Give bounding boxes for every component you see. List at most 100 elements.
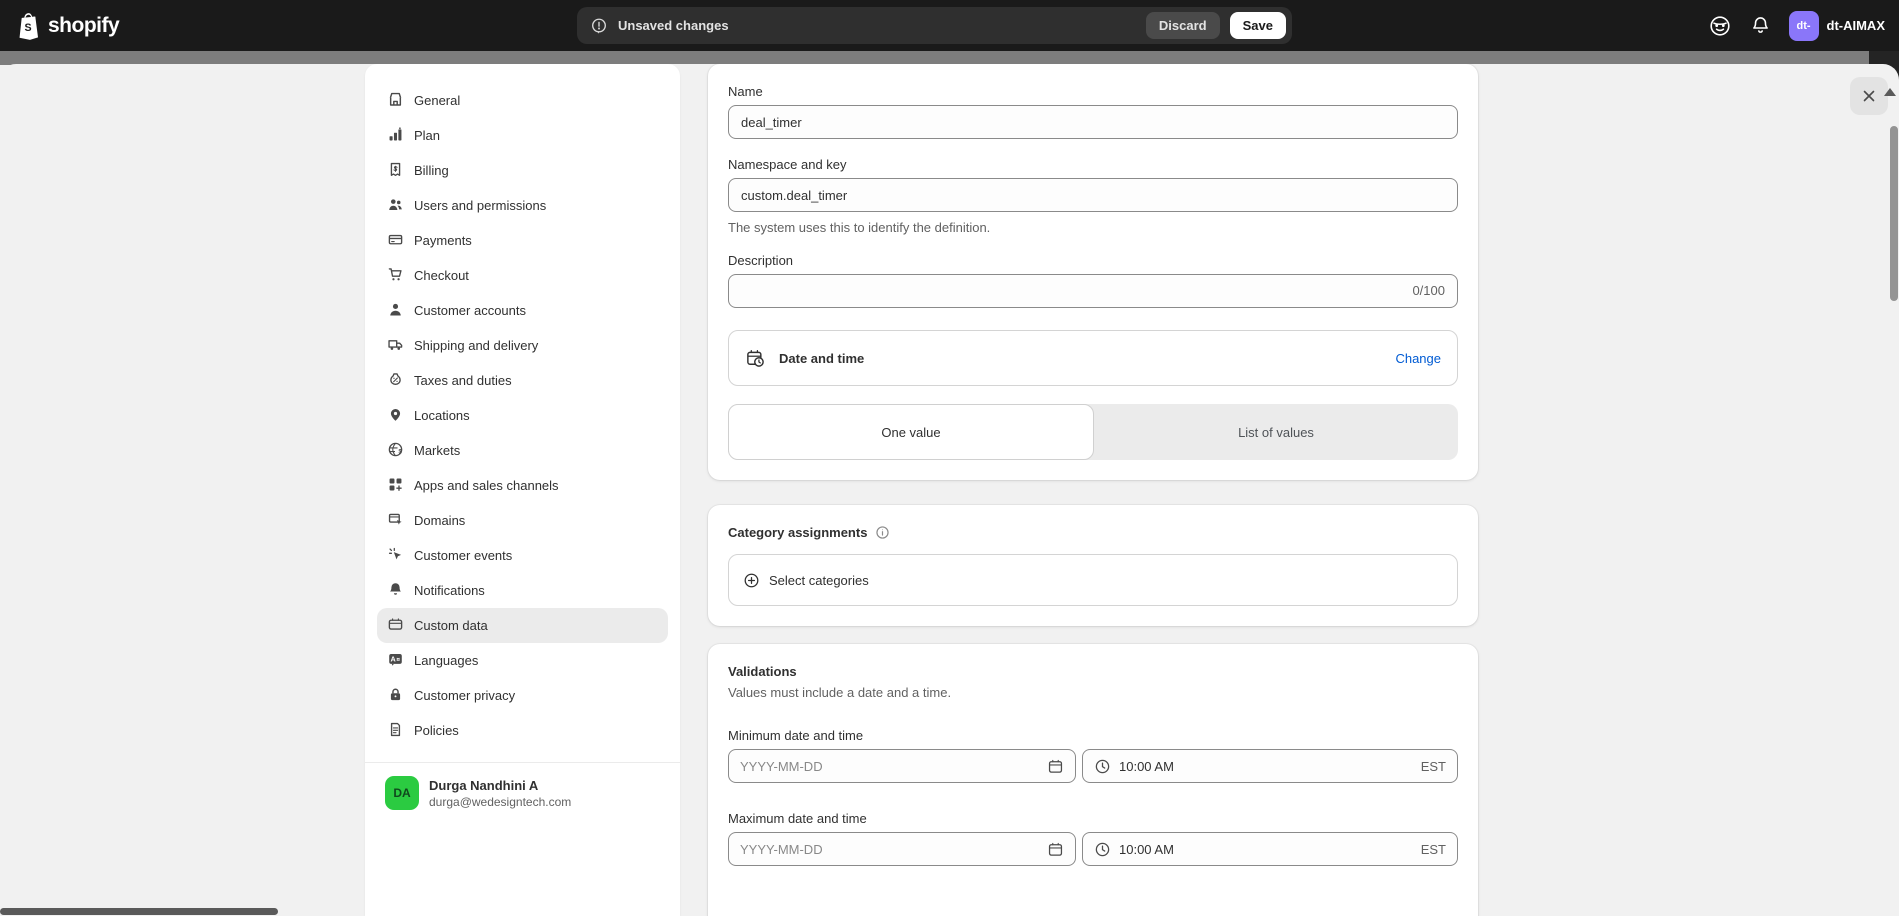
sidebar-item-apps-and-sales-channels[interactable]: Apps and sales channels — [377, 468, 668, 503]
shopify-logo[interactable]: S shopify — [0, 12, 119, 40]
sidebar-item-custom-data[interactable]: Custom data — [377, 608, 668, 643]
truck-icon — [387, 336, 404, 356]
sidebar-item-shipping-and-delivery[interactable]: Shipping and delivery — [377, 328, 668, 363]
category-assignments-card: Category assignments Select categories — [708, 505, 1478, 626]
max-date-input[interactable]: YYYY-MM-DD — [728, 832, 1076, 866]
user-email: durga@wedesigntech.com — [429, 795, 571, 809]
max-timezone: EST — [1421, 842, 1446, 857]
sidekick-face-icon — [1708, 14, 1732, 38]
close-modal-button[interactable] — [1850, 77, 1888, 115]
notifications-button[interactable] — [1750, 15, 1771, 36]
top-bar-right: dt- dt-AIMAX — [1708, 0, 1886, 51]
users-icon — [387, 196, 404, 216]
validations-card: Validations Values must include a date a… — [708, 644, 1478, 916]
max-date-label: Maximum date and time — [728, 811, 1458, 826]
sidebar-item-customer-privacy[interactable]: Customer privacy — [377, 678, 668, 713]
min-timezone: EST — [1421, 759, 1446, 774]
content-type-label: Date and time — [779, 351, 864, 366]
info-icon[interactable] — [875, 525, 890, 540]
sidekick-assistant-button[interactable] — [1708, 14, 1732, 38]
svg-text:S: S — [25, 22, 32, 34]
unsaved-changes-label: Unsaved changes — [618, 18, 729, 33]
discard-button[interactable]: Discard — [1146, 12, 1220, 39]
sidebar-item-languages[interactable]: A¤ Languages — [377, 643, 668, 678]
sidebar-item-domains[interactable]: Domains — [377, 503, 668, 538]
category-assignments-title: Category assignments — [728, 525, 867, 540]
sidebar-item-notifications[interactable]: Notifications — [377, 573, 668, 608]
namespace-label: Namespace and key — [728, 157, 1458, 172]
list-of-values-option[interactable]: List of values — [1094, 404, 1458, 460]
select-categories-button[interactable]: Select categories — [728, 554, 1458, 606]
sidebar-item-markets[interactable]: $ Markets — [377, 433, 668, 468]
shopify-bag-icon: S — [16, 12, 41, 40]
validations-title: Validations — [728, 664, 1458, 679]
sidebar-item-general[interactable]: General — [377, 83, 668, 118]
svg-text:¤: ¤ — [396, 656, 400, 663]
clock-icon — [1094, 841, 1111, 858]
sidebar-item-locations[interactable]: Locations — [377, 398, 668, 433]
cursor-click-icon — [387, 546, 404, 566]
sidebar-item-policies[interactable]: Policies — [377, 713, 668, 748]
sidebar-item-plan[interactable]: Plan — [377, 118, 668, 153]
payments-icon — [387, 231, 404, 251]
user-avatar: DA — [385, 776, 419, 810]
vertical-scrollbar-thumb[interactable] — [1890, 126, 1898, 301]
min-time-input[interactable]: 10:00 AM EST — [1082, 749, 1458, 783]
save-button[interactable]: Save — [1230, 12, 1286, 39]
change-type-link[interactable]: Change — [1395, 351, 1441, 366]
tax-bag-icon — [387, 371, 404, 391]
translate-icon: A¤ — [387, 651, 404, 671]
namespace-help-text: The system uses this to identify the def… — [728, 220, 1458, 235]
document-icon — [387, 721, 404, 741]
store-menu[interactable]: dt- dt-AIMAX — [1789, 11, 1886, 41]
sidebar-item-taxes-and-duties[interactable]: Taxes and duties — [377, 363, 668, 398]
one-value-option[interactable]: One value — [728, 404, 1094, 460]
scrollbar-up-arrow[interactable] — [1884, 88, 1896, 96]
sidebar-user[interactable]: DA Durga Nandhini A durga@wedesigntech.c… — [365, 763, 680, 823]
min-date-label: Minimum date and time — [728, 728, 1458, 743]
apps-grid-icon — [387, 476, 404, 496]
name-label: Name — [728, 84, 1458, 99]
max-date-placeholder: YYYY-MM-DD — [740, 842, 1039, 857]
database-icon — [387, 616, 404, 636]
top-bar: S shopify Unsaved changes Discard Save d… — [0, 0, 1899, 51]
max-time-input[interactable]: 10:00 AM EST — [1082, 832, 1458, 866]
calendar-icon — [1047, 758, 1064, 775]
close-icon — [1860, 87, 1878, 105]
plan-icon — [387, 126, 404, 146]
sidebar-item-checkout[interactable]: Checkout — [377, 258, 668, 293]
billing-icon — [387, 161, 404, 181]
settings-modal: General Plan Billing Users and permissio… — [0, 64, 1899, 916]
horizontal-scrollbar-thumb[interactable] — [0, 908, 278, 915]
calendar-icon — [1047, 841, 1064, 858]
plus-circle-icon — [743, 572, 760, 589]
name-input[interactable] — [728, 105, 1458, 139]
min-date-input[interactable]: YYYY-MM-DD — [728, 749, 1076, 783]
clock-icon — [1094, 758, 1111, 775]
sidebar-item-billing[interactable]: Billing — [377, 153, 668, 188]
sidebar-item-customer-events[interactable]: Customer events — [377, 538, 668, 573]
description-input[interactable] — [728, 274, 1458, 308]
store-avatar: dt- — [1789, 11, 1819, 41]
modal-backdrop — [0, 51, 1899, 65]
map-pin-icon — [387, 406, 404, 426]
globe-icon: $ — [387, 441, 404, 461]
checkout-cart-icon — [387, 266, 404, 286]
namespace-input[interactable] — [728, 178, 1458, 212]
settings-nav: General Plan Billing Users and permissio… — [365, 64, 680, 748]
unsaved-changes-bar: Unsaved changes Discard Save — [577, 7, 1292, 44]
bell-icon — [1750, 15, 1771, 36]
bell-icon — [387, 581, 404, 601]
store-icon — [387, 91, 404, 111]
shopify-wordmark: shopify — [48, 14, 119, 38]
description-label: Description — [728, 253, 1458, 268]
metafield-definition-form: Name Namespace and key The system uses t… — [708, 64, 1478, 916]
sidebar-item-customer-accounts[interactable]: Customer accounts — [377, 293, 668, 328]
definition-card: Name Namespace and key The system uses t… — [708, 64, 1478, 480]
sidebar-item-users-and-permissions[interactable]: Users and permissions — [377, 188, 668, 223]
min-time-value: 10:00 AM — [1119, 759, 1413, 774]
sidebar-item-payments[interactable]: Payments — [377, 223, 668, 258]
validations-subtitle: Values must include a date and a time. — [728, 685, 1458, 700]
min-date-placeholder: YYYY-MM-DD — [740, 759, 1039, 774]
lock-icon — [387, 686, 404, 706]
